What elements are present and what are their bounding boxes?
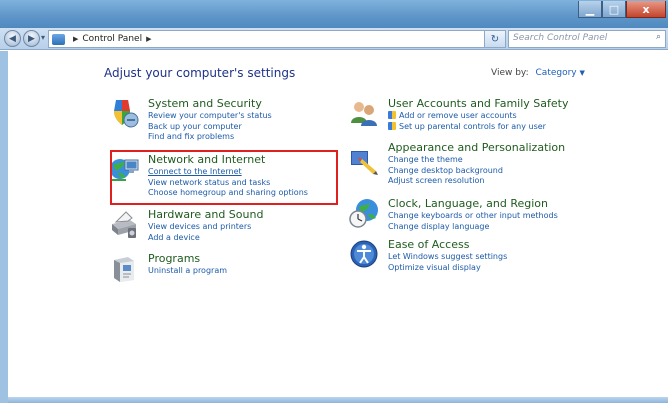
category-links: View devices and printers Add a device <box>148 222 251 243</box>
add-remove-users-link[interactable]: Add or remove user accounts <box>388 111 546 122</box>
view-by-label: View by: <box>491 68 529 78</box>
breadcrumb-control-panel[interactable]: Control Panel <box>82 34 142 44</box>
category-links: Change keyboards or other input methods … <box>388 211 558 232</box>
ease-of-access-icon <box>350 240 378 268</box>
page-title: Adjust your computer's settings <box>104 66 296 80</box>
view-by-control: View by: Category ▼ <box>491 68 585 78</box>
add-remove-users-label: Add or remove user accounts <box>399 111 517 120</box>
category-title[interactable]: Ease of Access <box>388 238 469 251</box>
search-icon[interactable]: ⌕ <box>656 32 661 42</box>
backup-link[interactable]: Back up your computer <box>148 122 272 133</box>
category-links: Add or remove user accounts Set up paren… <box>388 111 546 132</box>
category-links: Uninstall a program <box>148 266 227 277</box>
add-device-link[interactable]: Add a device <box>148 233 251 244</box>
address-trailing-separator-icon[interactable]: ▶ <box>146 35 151 43</box>
content-pane: Adjust your computer's settings View by:… <box>0 51 668 403</box>
category-title[interactable]: Programs <box>148 252 200 265</box>
view-by-dropdown[interactable]: Category <box>536 68 577 78</box>
change-theme-link[interactable]: Change the theme <box>388 155 503 166</box>
forward-button[interactable]: ▶ <box>23 30 40 47</box>
recent-pages-dropdown-icon[interactable]: ▾ <box>41 33 45 42</box>
optimize-display-link[interactable]: Optimize visual display <box>388 263 507 274</box>
category-title[interactable]: User Accounts and Family Safety <box>388 97 568 110</box>
refresh-icon: ↻ <box>490 33 500 45</box>
category-hardware-sound: Hardware and Sound View devices and prin… <box>108 208 338 248</box>
desktop-background-link[interactable]: Change desktop background <box>388 166 503 177</box>
maximize-button[interactable]: □ <box>602 1 626 18</box>
uac-shield-icon <box>388 111 396 119</box>
printer-icon <box>112 211 136 238</box>
change-keyboards-link[interactable]: Change keyboards or other input methods <box>388 211 558 222</box>
users-icon <box>351 102 377 126</box>
category-user-accounts: User Accounts and Family Safety Add or r… <box>348 97 588 137</box>
address-bar[interactable]: ▶ Control Panel ▶ ▾ <box>48 30 498 48</box>
programs-icon <box>114 257 134 282</box>
category-title[interactable]: Appearance and Personalization <box>388 141 565 154</box>
close-button[interactable]: x <box>626 1 666 18</box>
address-separator-icon[interactable]: ▶ <box>73 35 78 43</box>
refresh-button[interactable]: ↻ <box>484 30 506 48</box>
parental-controls-label: Set up parental controls for any user <box>399 121 546 131</box>
view-by-chevron-icon[interactable]: ▼ <box>580 69 585 77</box>
window-bottom-border <box>8 397 668 403</box>
parental-controls-link[interactable]: Set up parental controls for any user <box>388 121 546 133</box>
category-links: Let Windows suggest settings Optimize vi… <box>388 252 507 273</box>
uac-shield-icon <box>388 121 396 130</box>
shield-icon <box>114 100 139 128</box>
clock-globe-icon <box>349 199 378 228</box>
screen-resolution-link[interactable]: Adjust screen resolution <box>388 176 503 187</box>
category-links: Review your computer's status Back up yo… <box>148 111 272 143</box>
window-controls: ▁ □ x <box>578 1 666 19</box>
uninstall-program-link[interactable]: Uninstall a program <box>148 266 227 277</box>
search-placeholder: Search Control Panel <box>513 33 608 43</box>
highlight-box <box>110 150 338 205</box>
back-arrow-icon: ◀ <box>9 33 16 44</box>
category-title[interactable]: System and Security <box>148 97 262 110</box>
control-panel-icon <box>52 33 65 45</box>
category-system-security: System and Security Review your computer… <box>108 97 338 145</box>
category-links: Change the theme Change desktop backgrou… <box>388 155 503 187</box>
display-language-link[interactable]: Change display language <box>388 222 558 233</box>
windows-suggest-link[interactable]: Let Windows suggest settings <box>388 252 507 263</box>
forward-arrow-icon: ▶ <box>28 33 35 44</box>
category-clock-language: Clock, Language, and Region Change keybo… <box>348 197 588 237</box>
search-input[interactable]: Search Control Panel ⌕ <box>508 30 666 48</box>
navigation-bar: ◀ ▶ ▾ ▶ Control Panel ▶ ▾ ↻ Search Contr… <box>0 28 668 50</box>
find-fix-problems-link[interactable]: Find and fix problems <box>148 132 272 143</box>
category-appearance: Appearance and Personalization Change th… <box>348 141 588 189</box>
category-title[interactable]: Clock, Language, and Region <box>388 197 548 210</box>
category-programs: Programs Uninstall a program <box>108 252 338 288</box>
category-title[interactable]: Hardware and Sound <box>148 208 263 221</box>
minimize-button[interactable]: ▁ <box>578 1 602 18</box>
category-ease-of-access: Ease of Access Let Windows suggest setti… <box>348 238 588 278</box>
review-status-link[interactable]: Review your computer's status <box>148 111 272 122</box>
back-button[interactable]: ◀ <box>4 30 21 47</box>
appearance-icon <box>351 151 378 175</box>
title-bar: ▁ □ x <box>0 0 668 28</box>
devices-printers-link[interactable]: View devices and printers <box>148 222 251 233</box>
